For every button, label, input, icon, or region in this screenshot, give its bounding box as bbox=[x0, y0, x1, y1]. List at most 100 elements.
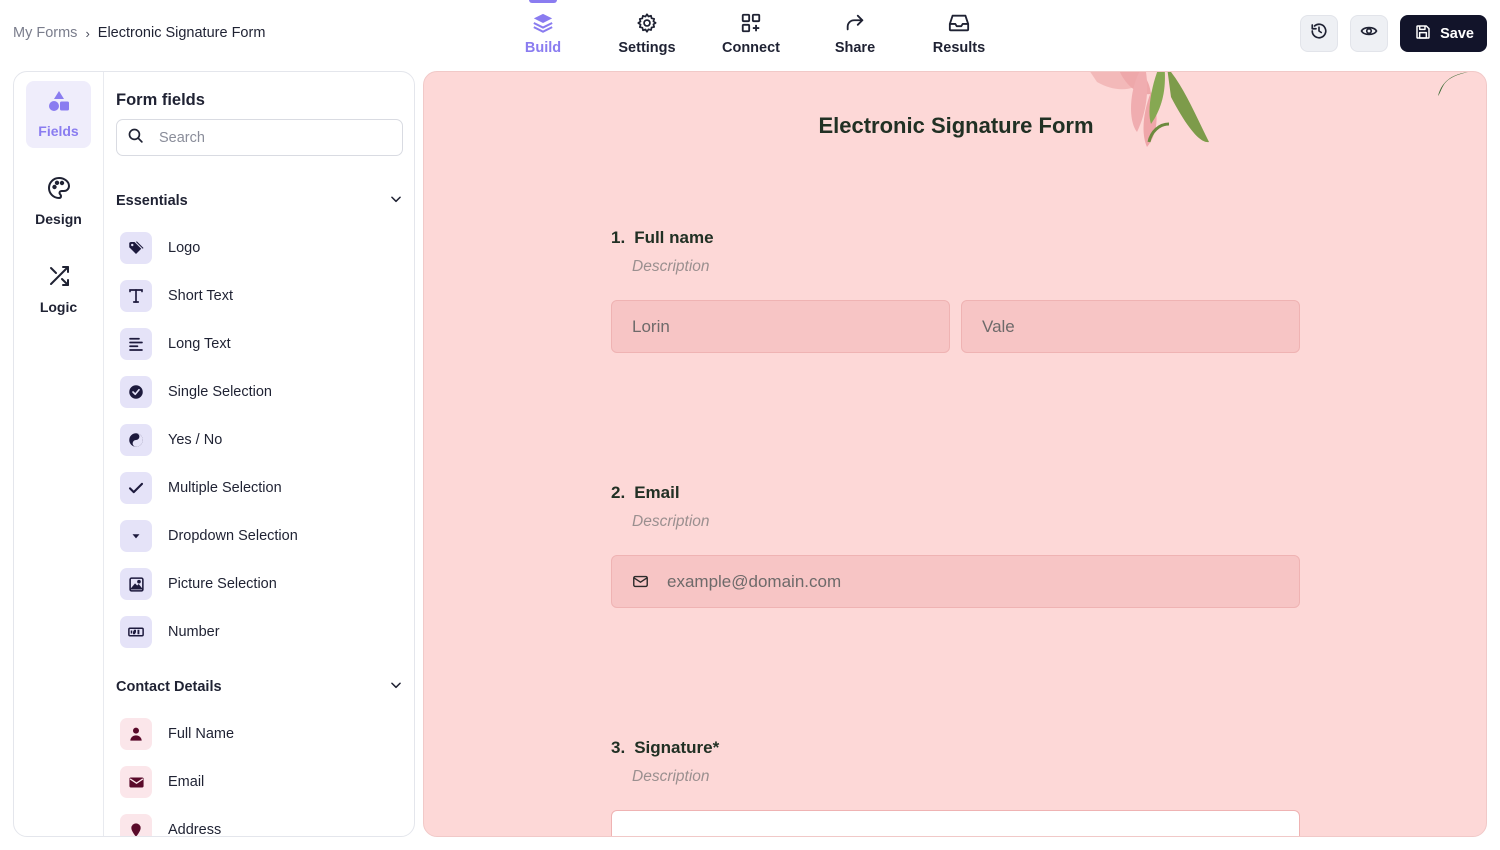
builder-sidebar: Fields Design Logic Form fields Essentia… bbox=[13, 71, 415, 837]
group-contact-details-header[interactable]: Contact Details bbox=[116, 677, 403, 697]
save-button-label: Save bbox=[1440, 25, 1474, 42]
top-bar: My Forms › Electronic Signature Form Bui… bbox=[0, 0, 1500, 68]
first-name-value: Lorin bbox=[632, 316, 670, 336]
signature-pad[interactable] bbox=[611, 810, 1300, 836]
envelope-icon bbox=[120, 766, 152, 798]
field-item-label: Address bbox=[168, 822, 222, 837]
field-item-label: Single Selection bbox=[168, 384, 272, 400]
field-search[interactable] bbox=[116, 119, 403, 156]
inbox-icon bbox=[947, 11, 971, 35]
rail-item-design-label: Design bbox=[35, 211, 82, 227]
form-title[interactable]: Electronic Signature Form bbox=[424, 113, 1486, 139]
tab-results[interactable]: Results bbox=[907, 0, 1011, 64]
chevron-down-icon bbox=[389, 678, 403, 697]
rail-item-fields[interactable]: Fields bbox=[26, 81, 91, 148]
field-item-full-name[interactable]: Full Name bbox=[120, 718, 234, 750]
question-2-description[interactable]: Description bbox=[632, 513, 710, 531]
location-icon bbox=[120, 814, 152, 836]
sidebar-rail: Fields Design Logic bbox=[14, 72, 104, 836]
tab-results-label: Results bbox=[932, 40, 986, 56]
field-item-label: Dropdown Selection bbox=[168, 528, 298, 544]
field-item-long-text[interactable]: Long Text bbox=[120, 328, 231, 360]
tab-connect[interactable]: Connect bbox=[699, 0, 803, 64]
rail-item-logic-label: Logic bbox=[39, 299, 78, 315]
tab-settings[interactable]: Settings bbox=[595, 0, 699, 64]
question-number: 2. bbox=[611, 483, 626, 502]
field-item-label: Number bbox=[168, 624, 220, 640]
question-title: Signature* bbox=[634, 738, 720, 757]
question-1-label[interactable]: 1. Full name bbox=[611, 228, 714, 248]
question-3-label[interactable]: 3. Signature* bbox=[611, 738, 719, 758]
image-icon bbox=[120, 568, 152, 600]
email-placeholder: example@domain.com bbox=[667, 571, 842, 591]
shapes-icon bbox=[47, 90, 71, 117]
breadcrumb-current: Electronic Signature Form bbox=[97, 25, 266, 41]
group-essentials-header[interactable]: Essentials bbox=[116, 191, 403, 211]
question-number: 1. bbox=[611, 228, 626, 247]
caret-down-icon bbox=[120, 520, 152, 552]
field-item-picture-selection[interactable]: Picture Selection bbox=[120, 568, 277, 600]
top-actions: Save bbox=[1300, 15, 1487, 52]
envelope-icon bbox=[632, 573, 649, 590]
rail-item-fields-label: Fields bbox=[38, 123, 79, 139]
tab-settings-label: Settings bbox=[618, 40, 676, 56]
save-button[interactable]: Save bbox=[1400, 15, 1487, 52]
gear-icon bbox=[635, 11, 659, 35]
tab-build-label: Build bbox=[524, 40, 562, 56]
field-item-label: Logo bbox=[168, 240, 201, 256]
field-item-yes-no[interactable]: Yes / No bbox=[120, 424, 222, 456]
person-icon bbox=[120, 718, 152, 750]
rail-item-design[interactable]: Design bbox=[26, 168, 91, 235]
check-circle-icon bbox=[120, 376, 152, 408]
tab-build[interactable]: Build bbox=[491, 0, 595, 64]
group-essentials-label: Essentials bbox=[116, 193, 188, 209]
leaf-decoration bbox=[1438, 72, 1468, 96]
question-number: 3. bbox=[611, 738, 626, 757]
floppy-disk-icon bbox=[1415, 24, 1431, 44]
tab-connect-label: Connect bbox=[722, 40, 780, 56]
last-name-field[interactable]: Vale bbox=[961, 300, 1300, 353]
rail-item-logic[interactable]: Logic bbox=[26, 256, 91, 323]
top-nav: Build Settings Connect Share Results bbox=[491, 0, 1011, 64]
field-item-single-selection[interactable]: Single Selection bbox=[120, 376, 272, 408]
fields-panel-title: Form fields bbox=[116, 91, 205, 109]
field-item-label: Short Text bbox=[168, 288, 234, 304]
question-title: Email bbox=[634, 483, 680, 502]
email-field[interactable]: example@domain.com bbox=[611, 555, 1300, 608]
breadcrumb-my-forms[interactable]: My Forms bbox=[13, 25, 77, 41]
field-search-input[interactable] bbox=[159, 129, 379, 146]
question-3-description[interactable]: Description bbox=[632, 768, 710, 786]
tab-share-label: Share bbox=[834, 40, 876, 56]
history-button[interactable] bbox=[1300, 15, 1339, 52]
share-arrow-icon bbox=[843, 11, 867, 35]
number-input-icon bbox=[120, 616, 152, 648]
question-2-label[interactable]: 2. Email bbox=[611, 483, 680, 503]
history-icon bbox=[1310, 22, 1328, 45]
last-name-value: Vale bbox=[982, 316, 1015, 336]
field-item-label: Picture Selection bbox=[168, 576, 277, 592]
yin-yang-icon bbox=[120, 424, 152, 456]
grid-plus-icon bbox=[739, 11, 763, 35]
eye-icon bbox=[1360, 22, 1378, 45]
field-item-multiple-selection[interactable]: Multiple Selection bbox=[120, 472, 282, 504]
field-item-short-text[interactable]: Short Text bbox=[120, 280, 233, 312]
field-item-email[interactable]: Email bbox=[120, 766, 204, 798]
field-item-number[interactable]: Number bbox=[120, 616, 220, 648]
field-item-label: Multiple Selection bbox=[168, 480, 282, 496]
question-title: Full name bbox=[634, 228, 714, 247]
first-name-field[interactable]: Lorin bbox=[611, 300, 950, 353]
form-canvas: Electronic Signature Form 1. Full name De… bbox=[423, 71, 1487, 837]
field-item-label: Long Text bbox=[168, 336, 231, 352]
tab-share[interactable]: Share bbox=[803, 0, 907, 64]
field-item-logo[interactable]: Logo bbox=[120, 232, 200, 264]
checkmark-icon bbox=[120, 472, 152, 504]
shuffle-icon bbox=[47, 264, 71, 293]
question-1-description[interactable]: Description bbox=[632, 258, 710, 276]
field-item-dropdown-selection[interactable]: Dropdown Selection bbox=[120, 520, 298, 552]
field-item-address[interactable]: Address bbox=[120, 814, 222, 837]
field-item-label: Yes / No bbox=[168, 432, 223, 448]
search-icon bbox=[127, 127, 144, 149]
preview-button[interactable] bbox=[1350, 15, 1389, 52]
align-left-icon bbox=[120, 328, 152, 360]
breadcrumb: My Forms › Electronic Signature Form bbox=[13, 25, 265, 41]
